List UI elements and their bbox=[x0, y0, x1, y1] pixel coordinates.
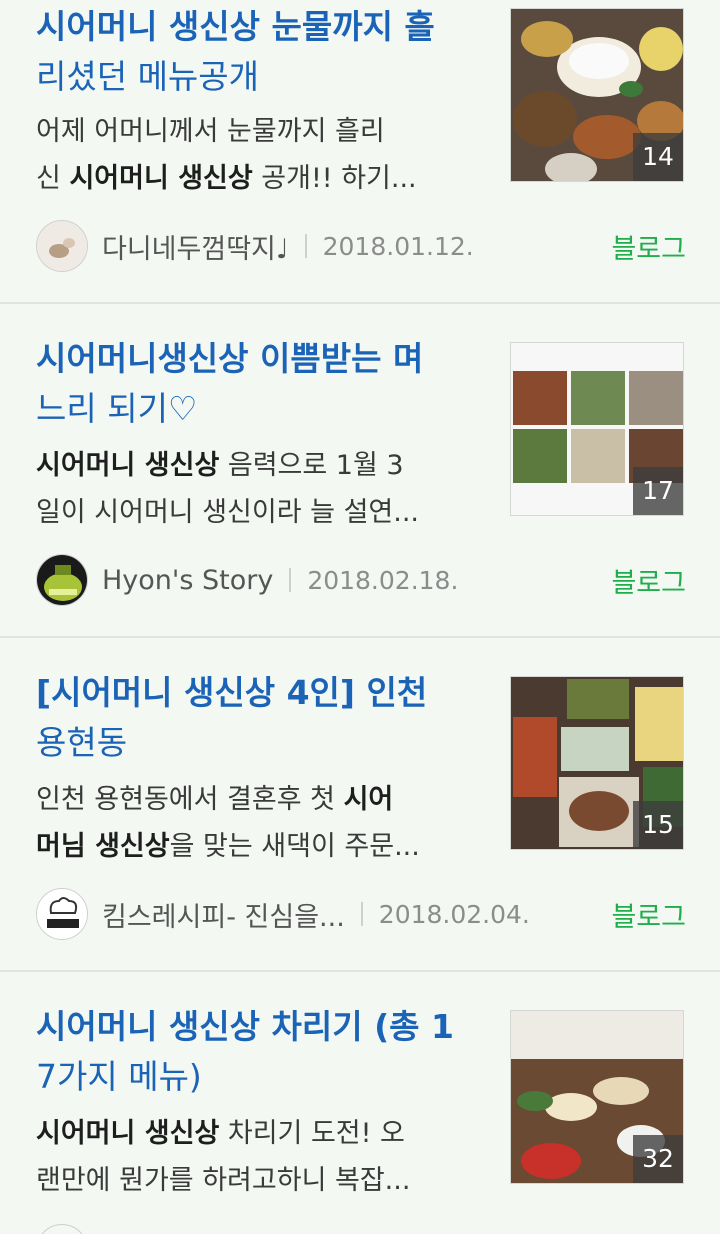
result-meta-1: 다니네두껌딱지♩ 2018.01.12. 블로그 bbox=[36, 219, 686, 273]
avatar-icon[interactable] bbox=[36, 554, 88, 606]
result-title-2[interactable]: 시어머니생신상 이쁨받는 며 느리 되기♡ bbox=[36, 334, 476, 434]
result-title-3[interactable]: [시어머니 생신상 4인] 인천 용현동 bbox=[36, 668, 476, 768]
meta-separator bbox=[304, 234, 307, 258]
result-card-3[interactable]: [시어머니 생신상 4인] 인천 용현동 인천 용현동에서 결혼후 첫 시어 머… bbox=[0, 638, 720, 972]
result-thumbnail-2[interactable]: 17 bbox=[510, 342, 684, 516]
result-thumbnail-4[interactable]: 32 bbox=[510, 1010, 684, 1184]
result-snippet-4: 시어머니 생신상 차리기 도전! 오 랜만에 뭔가를 하려고하니 복잡... bbox=[36, 1118, 411, 1196]
result-title-1[interactable]: 시어머니 생신상 눈물까지 흘 리셨던 메뉴공개 bbox=[36, 2, 476, 102]
avatar-icon[interactable] bbox=[36, 1224, 88, 1234]
result-card-1[interactable]: 시어머니 생신상 눈물까지 흘 리셨던 메뉴공개 어제 어머니께서 눈물까지 흘… bbox=[0, 0, 720, 304]
author-name-1[interactable]: 다니네두껌딱지♩ bbox=[102, 227, 289, 266]
image-count-badge-3: 15 bbox=[633, 801, 683, 849]
avatar-icon[interactable] bbox=[36, 888, 88, 940]
result-meta-3: 킴스레시피- 진심을... 2018.02.04. 블로그 bbox=[36, 887, 686, 941]
result-card-2[interactable]: 시어머니생신상 이쁨받는 며 느리 되기♡ 시어머니 생신상 음력으로 1월 3… bbox=[0, 304, 720, 638]
result-card-4[interactable]: 시어머니 생신상 차리기 (총 1 7가지 메뉴) 시어머니 생신상 차리기 도… bbox=[0, 972, 720, 1234]
source-label-3: 블로그 bbox=[611, 901, 686, 933]
image-count-badge-2: 17 bbox=[633, 467, 683, 515]
result-meta-2: Hyon's Story 2018.02.18. 블로그 bbox=[36, 553, 686, 607]
result-title-4[interactable]: 시어머니 생신상 차리기 (총 1 7가지 메뉴) bbox=[36, 1002, 476, 1102]
author-name-3[interactable]: 킴스레시피- 진심을... bbox=[102, 895, 345, 934]
post-date-2: 2018.02.18. bbox=[307, 565, 459, 595]
result-snippet-2: 시어머니 생신상 음력으로 1월 3 일이 시어머니 생신이라 늘 설연... bbox=[36, 450, 419, 528]
source-label-1: 블로그 bbox=[611, 233, 686, 265]
meta-separator bbox=[289, 568, 292, 592]
result-thumbnail-1[interactable]: 14 bbox=[510, 8, 684, 182]
image-count-badge-4: 32 bbox=[633, 1135, 683, 1183]
post-date-1: 2018.01.12. bbox=[322, 231, 474, 261]
result-snippet-1: 어제 어머니께서 눈물까지 흘리 신 시어머니 생신상 공개!! 하기... bbox=[36, 116, 417, 194]
result-thumbnail-3[interactable]: 15 bbox=[510, 676, 684, 850]
result-snippet-3: 인천 용현동에서 결혼후 첫 시어 머님 생신상을 맞는 새댁이 주문... bbox=[36, 784, 420, 862]
avatar-icon[interactable] bbox=[36, 220, 88, 272]
post-date-3: 2018.02.04. bbox=[378, 899, 530, 929]
meta-separator bbox=[360, 902, 363, 926]
source-label-2: 블로그 bbox=[611, 567, 686, 599]
image-count-badge-1: 14 bbox=[633, 133, 683, 181]
author-name-2[interactable]: Hyon's Story bbox=[102, 565, 273, 596]
